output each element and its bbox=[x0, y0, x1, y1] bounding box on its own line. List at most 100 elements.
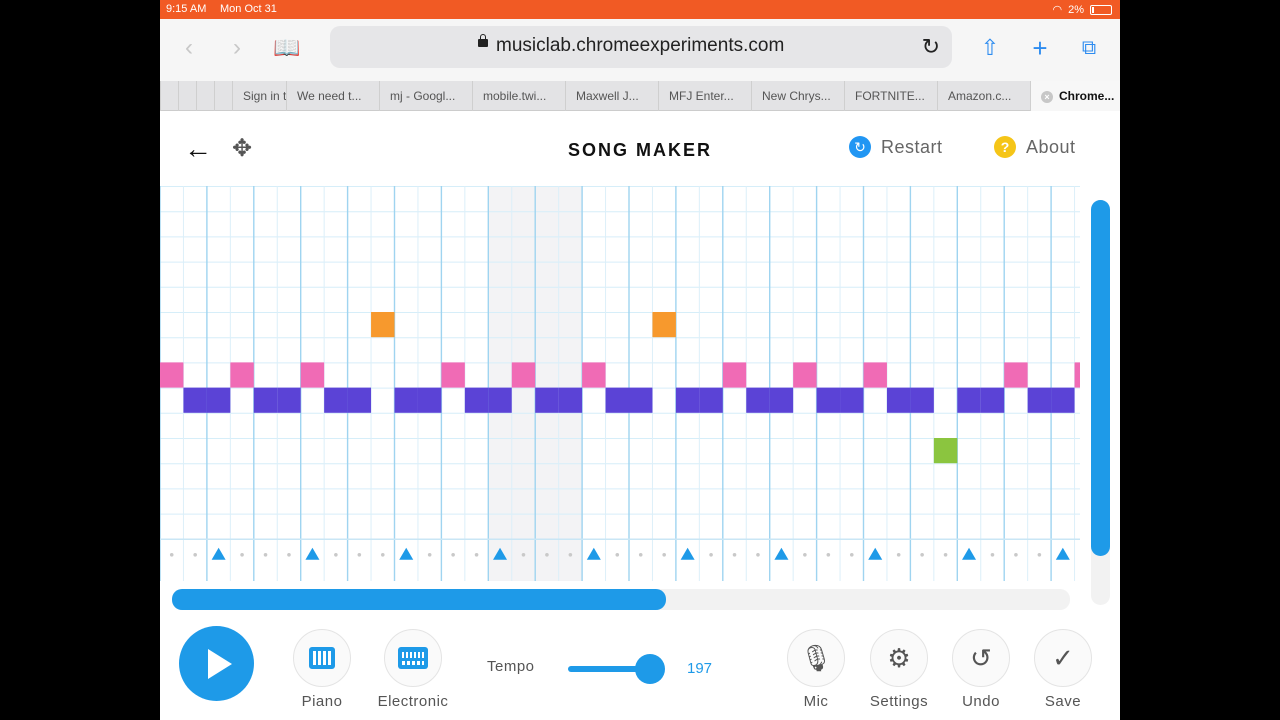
tab-4[interactable]: mobile.twi... bbox=[472, 81, 565, 111]
note-pink bbox=[863, 362, 887, 388]
about-label: About bbox=[1026, 136, 1076, 157]
tab-8[interactable]: FORTNITE... bbox=[844, 81, 937, 111]
reload-icon[interactable]: ↻ bbox=[922, 34, 940, 60]
about-button[interactable]: ? About bbox=[994, 136, 1076, 158]
tab-6[interactable]: MFJ Enter... bbox=[658, 81, 751, 111]
percussion-dot bbox=[849, 553, 854, 557]
percussion-dot bbox=[615, 553, 620, 557]
note-orange bbox=[652, 312, 676, 338]
note-indigo bbox=[910, 387, 934, 413]
percussion-dot bbox=[240, 553, 244, 557]
note-indigo bbox=[183, 387, 207, 413]
note-pink bbox=[511, 362, 536, 388]
check-icon: ✓ bbox=[1034, 629, 1092, 687]
percussion-dot bbox=[662, 553, 666, 557]
wifi-icon: ◠ bbox=[1052, 4, 1063, 16]
settings-button[interactable]: ⚙ Settings bbox=[859, 629, 939, 710]
note-indigo bbox=[1027, 387, 1052, 413]
note-indigo bbox=[957, 387, 981, 413]
forward-nav-icon[interactable]: › bbox=[222, 33, 252, 63]
undo-button[interactable]: ↺ Undo bbox=[941, 629, 1021, 710]
percussion-triangle bbox=[868, 547, 883, 560]
percussion-triangle bbox=[211, 547, 226, 560]
horizontal-scrollbar[interactable] bbox=[172, 589, 666, 610]
close-tab-icon[interactable]: × bbox=[1041, 91, 1053, 103]
vertical-scrollbar[interactable] bbox=[1091, 200, 1110, 556]
play-button[interactable] bbox=[179, 626, 254, 701]
tab-stub[interactable] bbox=[178, 81, 196, 111]
percussion-dot bbox=[334, 553, 338, 557]
save-button[interactable]: ✓ Save bbox=[1023, 629, 1103, 710]
percussion-triangle bbox=[680, 547, 695, 560]
address-bar[interactable]: musiclab.chromeexperiments.com ↻ bbox=[330, 26, 952, 68]
percussion-dot bbox=[756, 553, 760, 557]
tab-2[interactable]: We need t... bbox=[286, 81, 379, 111]
piano-icon bbox=[293, 629, 351, 687]
percussion-dot bbox=[920, 553, 924, 557]
note-indigo bbox=[464, 387, 489, 413]
gear-icon: ⚙ bbox=[870, 629, 928, 687]
browser-toolbar: ‹ › 📖 musiclab.chromeexperiments.com ↻ ⇧… bbox=[160, 19, 1120, 81]
status-bar: 9:15 AM Mon Oct 31 ◠ 2% bbox=[160, 0, 1120, 19]
percussion-dot bbox=[545, 553, 549, 557]
note-orange bbox=[371, 312, 395, 338]
note-indigo bbox=[488, 387, 512, 413]
tabs-overview-icon[interactable]: ⧉ bbox=[1074, 33, 1104, 63]
piano-label: Piano bbox=[301, 693, 343, 710]
restart-button[interactable]: ↻ Restart bbox=[849, 136, 943, 158]
mic-button[interactable]: 🎙 Mic bbox=[776, 629, 856, 710]
piano-button[interactable]: Piano bbox=[282, 629, 362, 710]
note-pink bbox=[441, 362, 465, 388]
settings-label: Settings bbox=[869, 693, 929, 710]
percussion-triangle bbox=[962, 547, 977, 560]
note-indigo bbox=[394, 387, 418, 413]
note-pink bbox=[1074, 362, 1080, 388]
percussion-triangle bbox=[774, 547, 789, 560]
tab-7[interactable]: New Chrys... bbox=[751, 81, 844, 111]
tab-1[interactable]: Sign in t bbox=[232, 81, 286, 111]
back-nav-icon[interactable]: ‹ bbox=[174, 33, 204, 63]
percussion-dot bbox=[568, 553, 573, 557]
bookmarks-icon[interactable]: 📖 bbox=[272, 33, 302, 63]
tab-active-label: Chrome... bbox=[1059, 89, 1115, 103]
battery-icon bbox=[1090, 4, 1112, 15]
tempo-label: Tempo bbox=[487, 658, 535, 675]
tab-active[interactable]: × Chrome... bbox=[1030, 81, 1120, 111]
note-indigo bbox=[417, 387, 442, 413]
tempo-slider-thumb[interactable] bbox=[635, 654, 665, 684]
percussion-dot bbox=[474, 553, 479, 557]
status-time: 9:15 AM bbox=[166, 3, 207, 15]
note-indigo bbox=[535, 387, 559, 413]
percussion-dot bbox=[803, 553, 807, 557]
percussion-dot bbox=[732, 553, 737, 557]
undo-icon: ↺ bbox=[952, 629, 1010, 687]
tab-strip: Sign in t We need t... mj - Googl... mob… bbox=[160, 81, 1120, 111]
tab-9[interactable]: Amazon.c... bbox=[937, 81, 1030, 111]
tab-stub[interactable] bbox=[160, 81, 178, 111]
note-indigo bbox=[253, 387, 278, 413]
undo-label: Undo bbox=[962, 693, 1000, 710]
note-pink bbox=[160, 362, 184, 388]
percussion-triangle bbox=[1055, 547, 1070, 560]
electronic-button[interactable]: Electronic bbox=[373, 629, 453, 710]
tab-stub[interactable] bbox=[214, 81, 232, 111]
new-tab-icon[interactable]: + bbox=[1025, 33, 1055, 63]
note-pink bbox=[300, 362, 325, 388]
percussion-dot bbox=[521, 553, 526, 557]
share-icon[interactable]: ⇧ bbox=[975, 33, 1005, 63]
note-indigo bbox=[324, 387, 348, 413]
tab-stub[interactable] bbox=[196, 81, 214, 111]
note-indigo bbox=[558, 387, 583, 413]
tab-3[interactable]: mj - Googl... bbox=[379, 81, 472, 111]
percussion-dot bbox=[1037, 553, 1042, 557]
note-indigo bbox=[699, 387, 723, 413]
note-indigo bbox=[816, 387, 841, 413]
mic-icon: 🎙 bbox=[787, 629, 845, 687]
question-icon: ? bbox=[994, 136, 1016, 158]
song-grid[interactable] bbox=[160, 186, 1080, 581]
note-indigo bbox=[840, 387, 864, 413]
note-pink bbox=[582, 362, 606, 388]
tab-5[interactable]: Maxwell J... bbox=[565, 81, 658, 111]
electronic-label: Electronic bbox=[377, 693, 449, 710]
percussion-dot bbox=[990, 553, 995, 557]
